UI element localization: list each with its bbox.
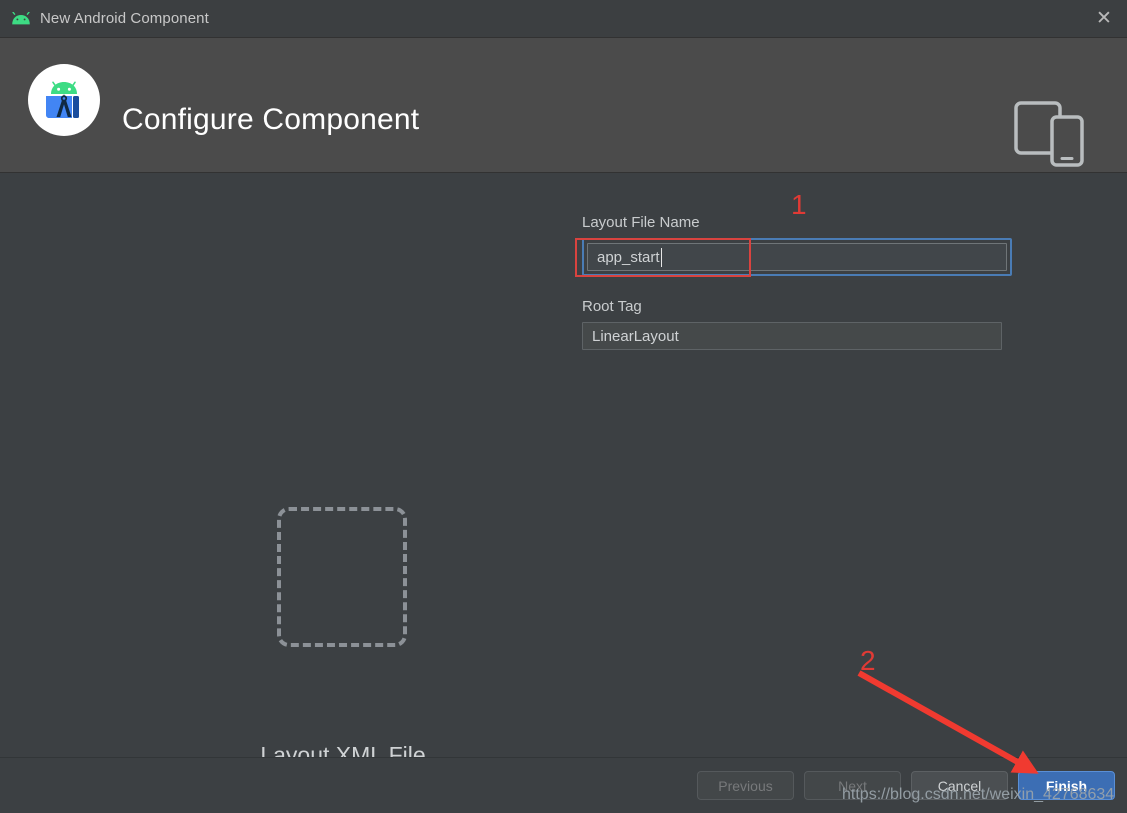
window-title: New Android Component	[40, 10, 209, 27]
layout-file-name-label: Layout File Name	[582, 214, 700, 231]
wizard-header: Configure Component	[0, 38, 1127, 173]
cancel-button[interactable]: Cancel	[911, 771, 1008, 800]
wizard-body: Layout XML File Creates a new XML layout…	[0, 174, 1127, 768]
previous-button[interactable]: Previous	[697, 771, 794, 800]
android-studio-logo-icon	[28, 64, 100, 136]
text-caret	[661, 248, 662, 267]
android-head-icon	[10, 8, 32, 30]
layout-file-name-field-group: Layout File Name	[582, 214, 1012, 276]
configure-form: Layout File Name Root Tag	[582, 174, 1012, 372]
page-title: Configure Component	[122, 103, 420, 136]
wizard-footer: Previous Next Cancel Finish	[0, 757, 1127, 813]
root-tag-label: Root Tag	[582, 298, 642, 315]
layout-file-name-input[interactable]	[587, 243, 1007, 271]
root-tag-field-group: Root Tag	[582, 298, 1012, 350]
root-tag-input[interactable]	[582, 322, 1002, 350]
footer-button-group: Previous Next Cancel Finish	[697, 771, 1115, 800]
new-android-component-dialog: New Android Component ✕ Configure Compon…	[0, 0, 1127, 813]
tablet-and-phone-icon	[1014, 95, 1092, 169]
layout-file-name-input-wrapper[interactable]	[582, 238, 1012, 276]
component-preview-pane: Layout XML File Creates a new XML layout…	[0, 174, 560, 768]
finish-button[interactable]: Finish	[1018, 771, 1115, 800]
next-button[interactable]: Next	[804, 771, 901, 800]
dashed-square-icon	[277, 507, 407, 647]
window-titlebar: New Android Component ✕	[0, 0, 1127, 38]
close-icon-glyph: ✕	[1096, 8, 1112, 29]
close-icon[interactable]: ✕	[1081, 0, 1127, 37]
